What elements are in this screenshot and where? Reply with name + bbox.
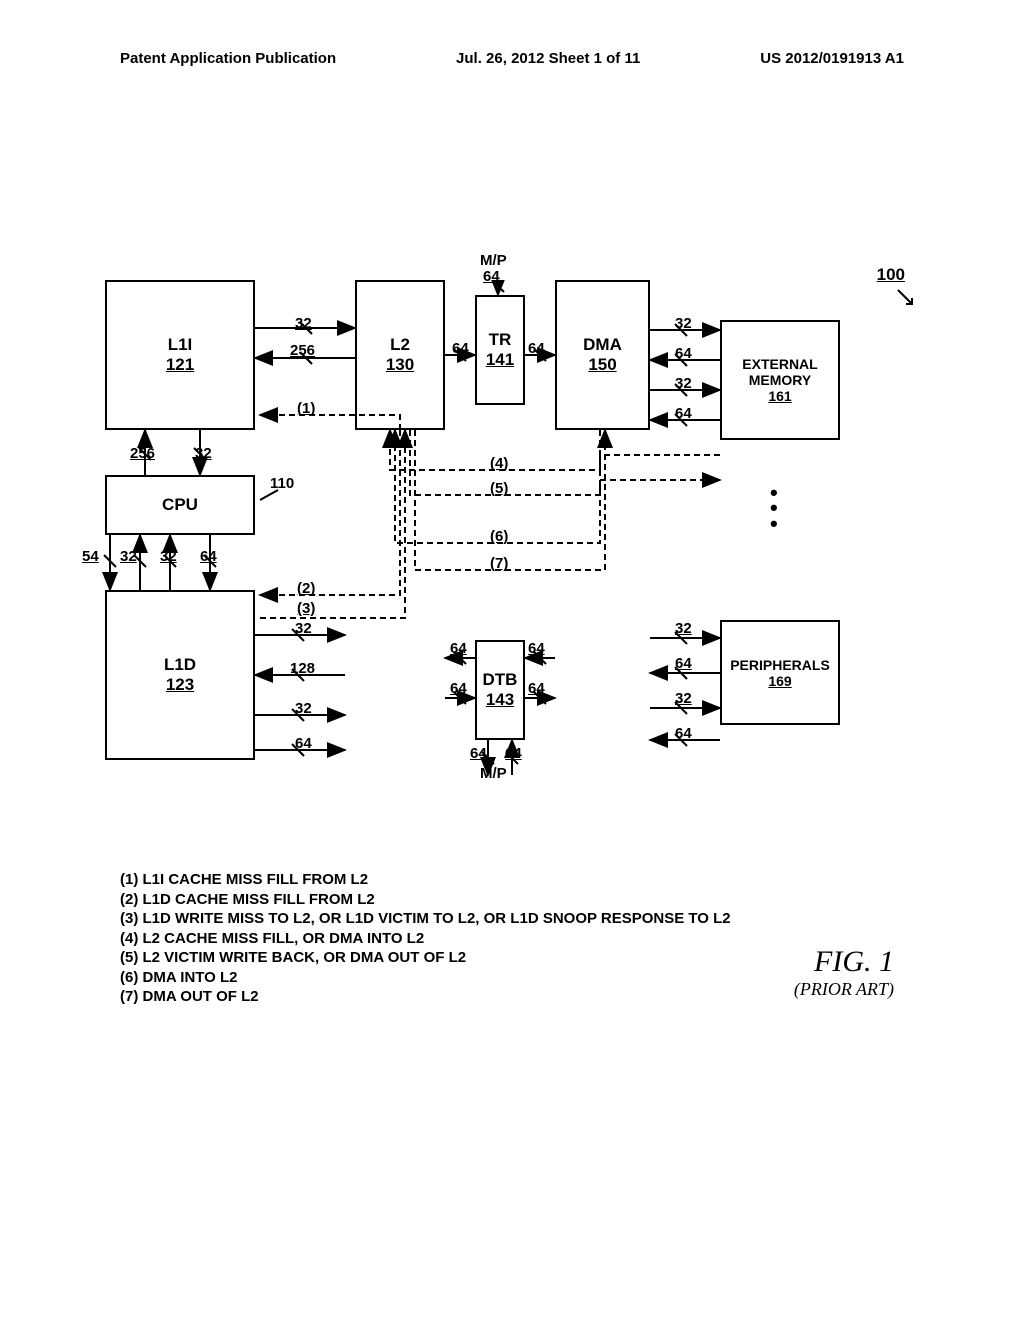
l1d-id: 123 bbox=[107, 675, 253, 695]
l1i-block: L1I 121 bbox=[105, 280, 255, 430]
page-header: Patent Application Publication Jul. 26, … bbox=[0, 50, 1024, 80]
ref-100: 100 bbox=[877, 265, 905, 285]
dma-id: 150 bbox=[557, 355, 648, 375]
legend-4: (4) L2 CACHE MISS FILL, OR DMA INTO L2 bbox=[120, 929, 731, 949]
arrow-icon bbox=[896, 288, 916, 308]
tr-id: 141 bbox=[477, 350, 523, 370]
bw-64-c: 64 bbox=[452, 340, 469, 357]
cpu-ref: 110 bbox=[270, 475, 294, 492]
header-right: US 2012/0191913 A1 bbox=[760, 50, 904, 80]
tr-block: TR 141 bbox=[475, 295, 525, 405]
figure-number: FIG. 1 bbox=[794, 945, 894, 979]
l1i-id: 121 bbox=[107, 355, 253, 375]
extmem-id: 161 bbox=[722, 388, 838, 404]
bw-64-d: 64 bbox=[528, 340, 545, 357]
path-4: (4) bbox=[490, 455, 508, 472]
peripherals-block: PERIPHERALS 169 bbox=[720, 620, 840, 725]
legend-6: (6) DMA INTO L2 bbox=[120, 968, 731, 988]
legend: (1) L1I CACHE MISS FILL FROM L2 (2) L1D … bbox=[120, 870, 731, 1007]
header-center: Jul. 26, 2012 Sheet 1 of 11 bbox=[456, 50, 640, 80]
figure-label: FIG. 1 (PRIOR ART) bbox=[794, 945, 894, 1000]
peripherals-id: 169 bbox=[722, 673, 838, 689]
bw-128: 128 bbox=[290, 660, 315, 677]
bw-64-f: 64 bbox=[450, 640, 467, 657]
diagram: 100 M/P L1I 121 CPU 110 L1D 123 L2 130 T… bbox=[100, 280, 920, 840]
bw-64-m: 64 bbox=[675, 405, 692, 422]
path-3: (3) bbox=[297, 600, 315, 617]
dma-name: DMA bbox=[557, 335, 648, 355]
dma-block: DMA 150 bbox=[555, 280, 650, 430]
l1d-block: L1D 123 bbox=[105, 590, 255, 760]
legend-2: (2) L1D CACHE MISS FILL FROM L2 bbox=[120, 890, 731, 910]
bw-32-h: 32 bbox=[675, 375, 692, 392]
path-1: (1) bbox=[297, 400, 315, 417]
bw-256-b: 256 bbox=[130, 445, 155, 462]
bw-32-f: 32 bbox=[295, 700, 312, 717]
l2-name: L2 bbox=[357, 335, 443, 355]
l1i-name: L1I bbox=[107, 335, 253, 355]
figure-sub: (PRIOR ART) bbox=[794, 979, 894, 1000]
bw-64-l: 64 bbox=[675, 345, 692, 362]
legend-1: (1) L1I CACHE MISS FILL FROM L2 bbox=[120, 870, 731, 890]
bw-32-i: 32 bbox=[675, 620, 692, 637]
l2-block: L2 130 bbox=[355, 280, 445, 430]
bw-32-d: 32 bbox=[160, 548, 177, 565]
dtb-block: DTB 143 bbox=[475, 640, 525, 740]
tr-name: TR bbox=[477, 330, 523, 350]
dtb-id: 143 bbox=[477, 690, 523, 710]
legend-5: (5) L2 VICTIM WRITE BACK, OR DMA OUT OF … bbox=[120, 948, 731, 968]
ellipsis-icon: ••• bbox=[770, 485, 778, 531]
bw-64-j: 64 bbox=[470, 745, 487, 762]
l2-id: 130 bbox=[357, 355, 443, 375]
bw-64-i: 64 bbox=[528, 680, 545, 697]
bw-64-e: 64 bbox=[483, 268, 500, 285]
bw-32-j: 32 bbox=[675, 690, 692, 707]
path-7: (7) bbox=[490, 555, 508, 572]
bw-32-b: 32 bbox=[195, 445, 212, 462]
extmem-block: EXTERNAL MEMORY 161 bbox=[720, 320, 840, 440]
bw-64-b: 64 bbox=[295, 735, 312, 752]
bw-32-e: 32 bbox=[295, 620, 312, 637]
cpu-name: CPU bbox=[107, 495, 253, 515]
dtb-name: DTB bbox=[477, 670, 523, 690]
bw-64-k: 64 bbox=[505, 745, 522, 762]
header-left: Patent Application Publication bbox=[120, 50, 336, 80]
bw-64: 64 bbox=[200, 548, 217, 565]
extmem-name: EXTERNAL MEMORY bbox=[722, 356, 838, 388]
path-2: (2) bbox=[297, 580, 315, 597]
mp-top-label: M/P bbox=[480, 252, 507, 269]
bw-32: 32 bbox=[295, 315, 312, 332]
bw-64-h: 64 bbox=[450, 680, 467, 697]
peripherals-name: PERIPHERALS bbox=[722, 657, 838, 673]
path-5: (5) bbox=[490, 480, 508, 497]
legend-7: (7) DMA OUT OF L2 bbox=[120, 987, 731, 1007]
l1d-name: L1D bbox=[107, 655, 253, 675]
bw-64-o: 64 bbox=[675, 725, 692, 742]
mp-bottom-label: M/P bbox=[480, 765, 507, 782]
bw-256: 256 bbox=[290, 342, 315, 359]
bw-64-g: 64 bbox=[528, 640, 545, 657]
path-6: (6) bbox=[490, 528, 508, 545]
bw-54: 54 bbox=[82, 548, 99, 565]
bw-64-n: 64 bbox=[675, 655, 692, 672]
bw-32-g: 32 bbox=[675, 315, 692, 332]
legend-3: (3) L1D WRITE MISS TO L2, OR L1D VICTIM … bbox=[120, 909, 731, 929]
cpu-block: CPU bbox=[105, 475, 255, 535]
bw-32-c: 32 bbox=[120, 548, 137, 565]
